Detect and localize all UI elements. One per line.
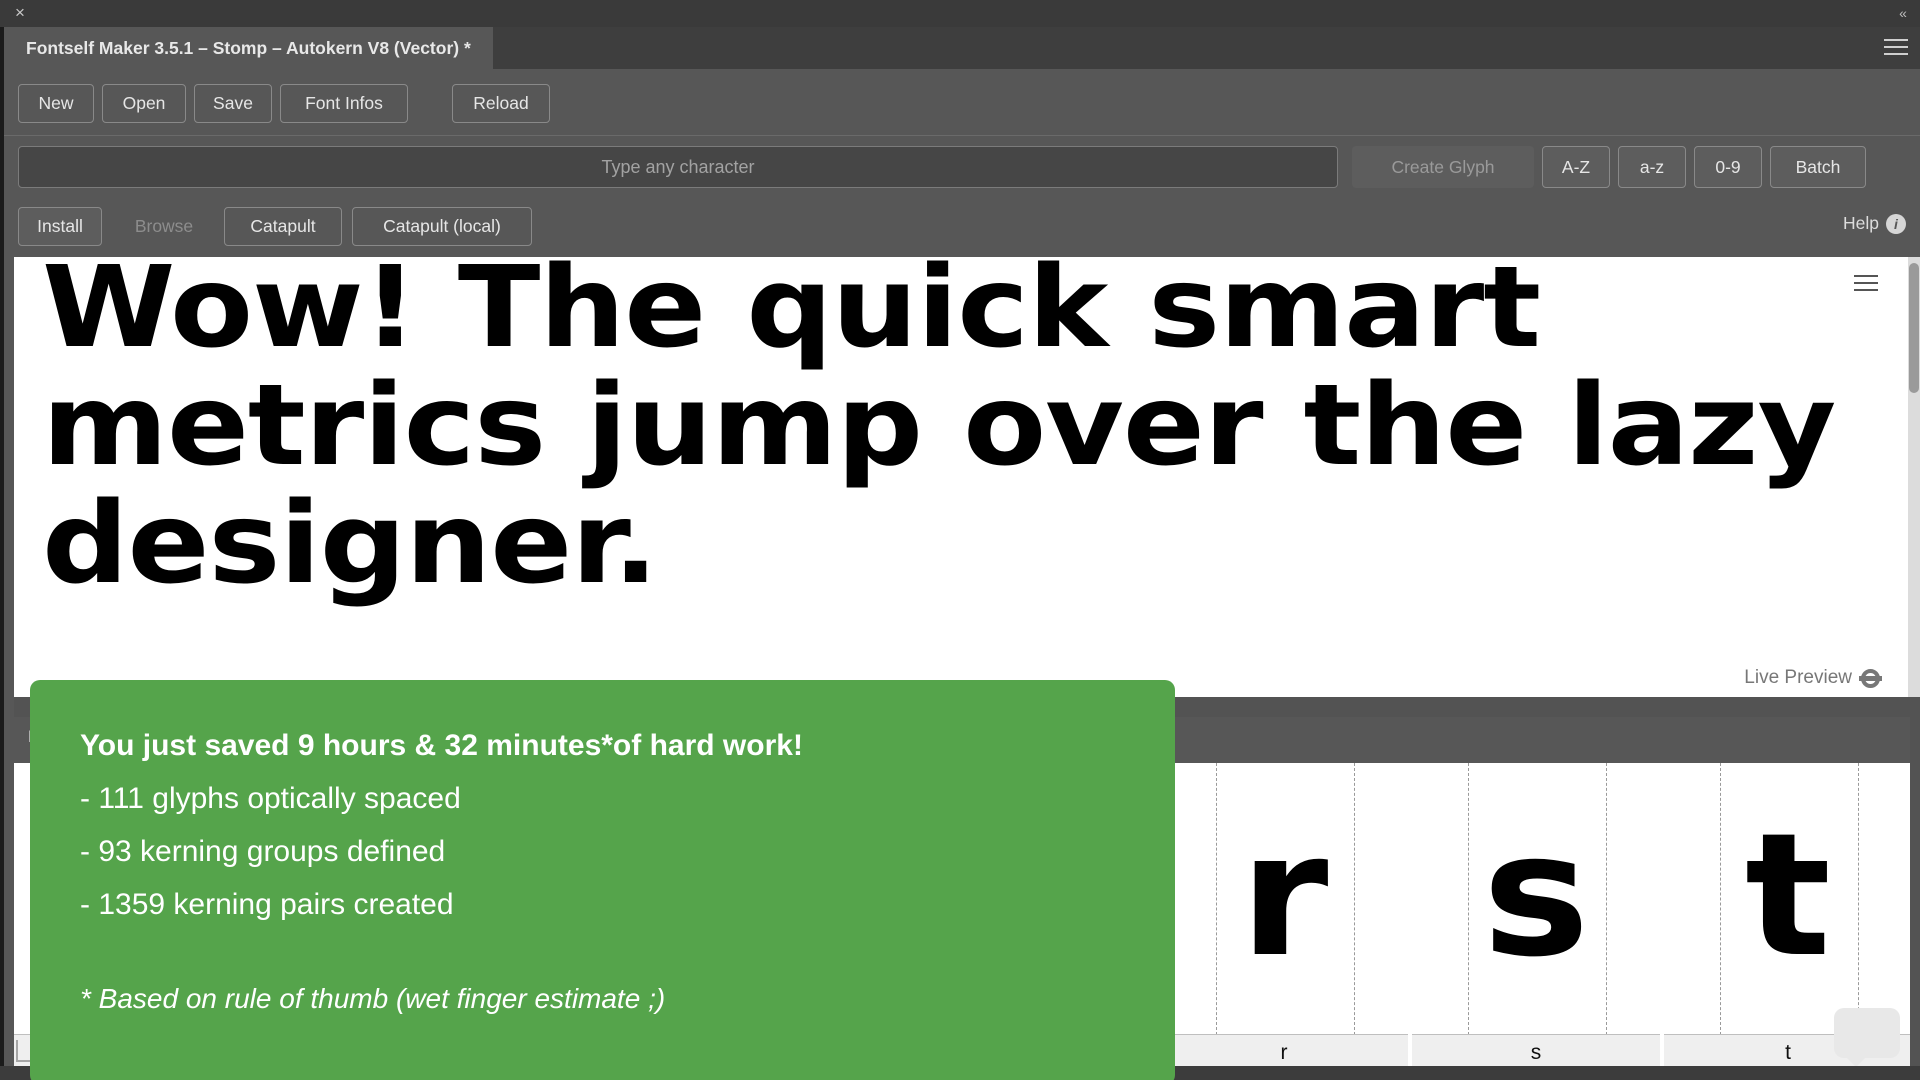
glyph-creation-toolbar: Create Glyph A-Z a-z 0-9 Batch	[4, 135, 1920, 197]
toast-item: - 93 kerning groups defined	[80, 835, 446, 868]
font-infos-button[interactable]: Font Infos	[280, 84, 408, 123]
hamburger-line	[1884, 53, 1908, 55]
fontself-panel: Fontself Maker 3.5.1 – Stomp – Autokern …	[0, 27, 1920, 1080]
hamburger-line	[1884, 46, 1908, 48]
live-preview-label: Live Preview	[1744, 667, 1852, 688]
browse-button[interactable]: Browse	[112, 207, 216, 246]
install-button[interactable]: Install	[18, 207, 102, 246]
catapult-button[interactable]: Catapult	[224, 207, 342, 246]
reload-button[interactable]: Reload	[452, 84, 550, 123]
toast-headline: You just saved 9 hours & 32 minutes*of h…	[80, 729, 803, 762]
glyph-character: s	[1482, 797, 1590, 995]
hamburger-line	[1854, 282, 1878, 284]
panel-menu-hamburger-icon[interactable]	[1884, 39, 1908, 57]
install-toolbar: Install Browse Catapult Catapult (local)…	[4, 197, 1920, 257]
gear-icon[interactable]	[1861, 668, 1880, 688]
batch-button[interactable]: Batch	[1770, 146, 1866, 188]
glyph-character: r	[1239, 797, 1329, 995]
application-window: × « Fontself Maker 3.5.1 – Stomp – Autok…	[0, 0, 1920, 1080]
info-icon: i	[1886, 213, 1906, 234]
toast-item: - 111 glyphs optically spaced	[80, 782, 461, 815]
new-button[interactable]: New	[18, 84, 94, 123]
success-toast[interactable]: You just saved 9 hours & 32 minutes*of h…	[30, 680, 1175, 1080]
tab-fontself-maker[interactable]: Fontself Maker 3.5.1 – Stomp – Autokern …	[4, 27, 493, 69]
save-button[interactable]: Save	[194, 84, 272, 123]
live-preview-toggle[interactable]: Live Preview	[1744, 667, 1880, 689]
left-rail	[4, 257, 14, 1080]
glyph-art: r	[1160, 763, 1408, 1035]
glyph-art: t	[1664, 763, 1910, 1035]
collapse-icon[interactable]: «	[1890, 3, 1914, 23]
file-toolbar: New Open Save Font Infos Reload	[4, 69, 1920, 205]
hamburger-line	[1854, 289, 1878, 291]
preview-scrollbar-thumb[interactable]	[1909, 263, 1919, 393]
toast-item: - 1359 kerning pairs created	[80, 888, 454, 921]
preview-sample-text: Wow! The quick smart metrics jump over t…	[42, 257, 1836, 609]
help-label: Help	[1843, 213, 1879, 233]
panel-tab-bar: Fontself Maker 3.5.1 – Stomp – Autokern …	[4, 27, 1920, 69]
help-link[interactable]: Help i	[1843, 213, 1906, 234]
hamburger-line	[1854, 275, 1878, 277]
hamburger-line	[1884, 39, 1908, 41]
glyph-cell[interactable]: r r	[1160, 763, 1408, 1080]
catapult-local-button[interactable]: Catapult (local)	[352, 207, 532, 246]
character-input[interactable]	[18, 146, 1338, 188]
lowercase-range-button[interactable]: a-z	[1618, 146, 1686, 188]
open-button[interactable]: Open	[102, 84, 186, 123]
glyph-art: s	[1412, 763, 1660, 1035]
preview-menu-hamburger-icon[interactable]	[1854, 275, 1878, 293]
glyph-cell[interactable]: s s	[1412, 763, 1660, 1080]
toast-footnote: * Based on rule of thumb (wet finger est…	[80, 983, 666, 1014]
create-glyph-button[interactable]: Create Glyph	[1352, 146, 1534, 188]
font-preview-area: Wow! The quick smart metrics jump over t…	[14, 257, 1910, 697]
support-chat-bubble[interactable]	[1834, 1008, 1900, 1067]
glyph-character: t	[1744, 797, 1832, 995]
digits-range-button[interactable]: 0-9	[1694, 146, 1762, 188]
os-title-bar: × «	[0, 0, 1920, 27]
close-icon[interactable]: ×	[10, 3, 30, 23]
uppercase-range-button[interactable]: A-Z	[1542, 146, 1610, 188]
